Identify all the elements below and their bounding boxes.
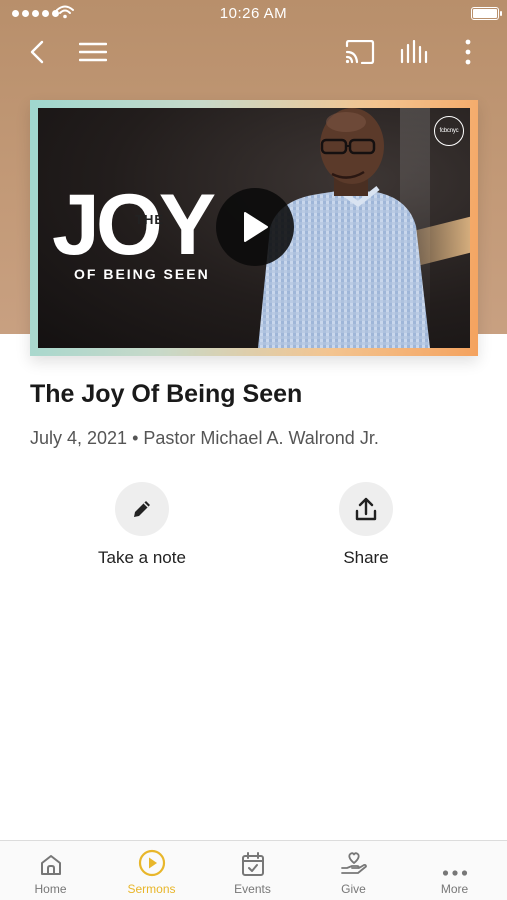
play-icon	[244, 212, 268, 242]
meta-separator: •	[132, 428, 139, 448]
give-hand-heart-icon	[340, 852, 367, 874]
more-vertical-icon[interactable]	[450, 34, 486, 70]
audio-bars-icon[interactable]	[396, 34, 432, 70]
sermon-speaker: Pastor Michael A. Walrond Jr.	[143, 428, 379, 448]
bottom-tab-bar: Home Sermons Events Give More	[0, 840, 507, 900]
tab-give-label: Give	[341, 882, 366, 896]
tab-events[interactable]: Events	[202, 841, 303, 900]
tab-home-label: Home	[34, 882, 67, 896]
sermon-meta: July 4, 2021 • Pastor Michael A. Walrond J…	[30, 428, 379, 449]
take-note-button[interactable]: Take a note	[62, 482, 222, 568]
tab-events-label: Events	[234, 882, 271, 896]
thumbnail-title-small: THE	[135, 212, 164, 227]
tab-home[interactable]: Home	[0, 841, 101, 900]
sermon-title: The Joy Of Being Seen	[30, 380, 303, 408]
play-button[interactable]	[216, 188, 294, 266]
calendar-check-icon	[241, 852, 264, 876]
hamburger-menu-icon[interactable]	[75, 34, 111, 70]
share-button[interactable]: Share	[286, 482, 446, 568]
take-note-label: Take a note	[98, 548, 186, 567]
tab-sermons-label: Sermons	[127, 882, 176, 896]
tab-sermons[interactable]: Sermons	[101, 841, 202, 900]
status-bar: 10:26 AM	[0, 0, 507, 28]
pencil-icon	[134, 501, 150, 517]
tab-more-label: More	[440, 882, 469, 896]
chevron-left-icon[interactable]	[20, 34, 56, 70]
share-upload-icon	[355, 497, 377, 521]
battery-level	[473, 9, 497, 18]
play-circle-icon	[138, 849, 165, 877]
sermon-date: July 4, 2021	[30, 428, 128, 448]
thumbnail-subtitle: OF BEING SEEN	[74, 266, 210, 282]
thumbnail-title-main: JOY	[52, 177, 216, 273]
status-time: 10:26 AM	[219, 5, 288, 22]
share-label: Share	[343, 548, 389, 567]
cast-icon[interactable]	[342, 34, 378, 70]
sermon-video-thumbnail[interactable]: JOY THE OF BEING SEEN fcbcnyc	[30, 100, 478, 356]
thumbnail-image: JOY THE OF BEING SEEN fcbcnyc	[38, 108, 470, 348]
battery-icon	[471, 7, 502, 20]
more-horizontal-icon	[442, 870, 467, 876]
tab-more[interactable]: More	[404, 841, 505, 900]
church-logo: fcbcnyc	[434, 116, 464, 146]
home-icon	[40, 855, 61, 875]
top-navigation	[0, 30, 507, 74]
tab-give[interactable]: Give	[303, 841, 404, 900]
